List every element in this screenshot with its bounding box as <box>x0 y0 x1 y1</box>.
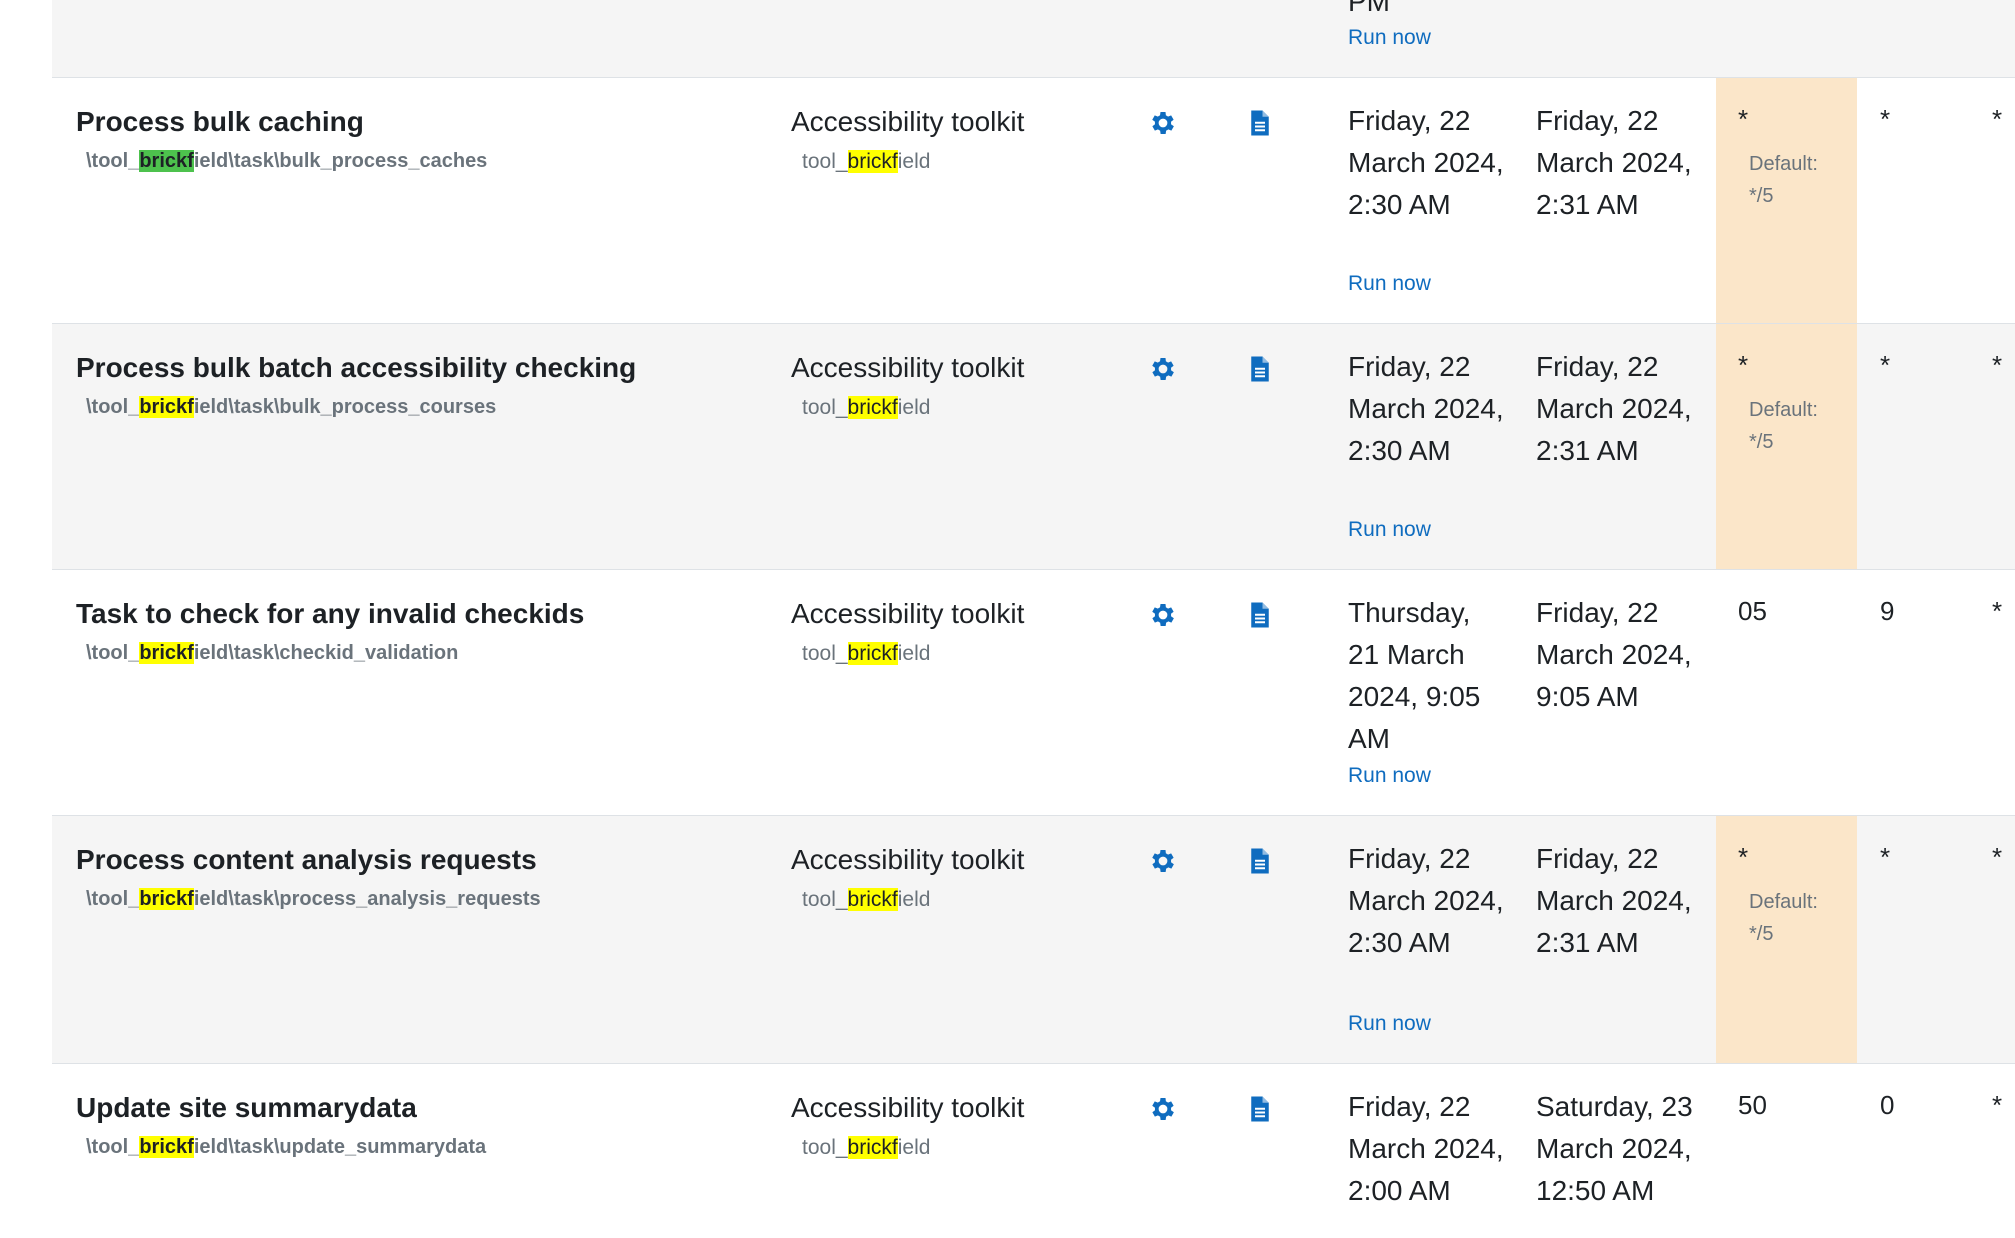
next-run: Friday, 22 March 2024, 2:31 AM <box>1536 351 1692 466</box>
component-name: Accessibility toolkit <box>791 352 1025 383</box>
search-highlight: brickf <box>847 642 898 665</box>
task-name: Process bulk caching <box>76 106 364 137</box>
search-highlight: brickf <box>847 888 898 911</box>
search-highlight: brickf <box>139 888 194 910</box>
search-highlight: brickf <box>139 150 194 172</box>
task-name: Update site summarydata <box>76 1092 417 1123</box>
minute-value: * <box>1738 104 1749 134</box>
search-highlight: brickf <box>139 1136 194 1158</box>
component-code: tool_brickfield <box>802 396 931 419</box>
task-name: Task to check for any invalid checkids <box>76 598 585 629</box>
run-now-link[interactable]: Run now <box>1348 518 1431 542</box>
document-icon[interactable] <box>1245 354 1275 384</box>
task-name: Process content analysis requests <box>76 844 537 875</box>
table-row-partial: PM Run now <box>52 0 2015 78</box>
day-value: * <box>1992 842 2003 872</box>
last-run: Friday, 22 March 2024, 2:30 AM <box>1348 105 1504 220</box>
next-run: Friday, 22 March 2024, 2:31 AM <box>1536 843 1692 958</box>
gear-icon[interactable] <box>1148 846 1178 876</box>
document-icon[interactable] <box>1245 846 1275 876</box>
minute-default: Default: */5 <box>1749 399 1818 453</box>
component-name: Accessibility toolkit <box>791 1092 1025 1123</box>
run-now-link[interactable]: Run now <box>1348 26 1431 50</box>
day-value: * <box>1992 1090 2003 1120</box>
gear-icon[interactable] <box>1148 108 1178 138</box>
gear-icon[interactable] <box>1148 354 1178 384</box>
table-row: Process bulk batch accessibility checkin… <box>52 324 2015 570</box>
run-now-link[interactable]: Run now <box>1348 272 1431 296</box>
component-name: Accessibility toolkit <box>791 844 1025 875</box>
component-code: tool_brickfield <box>802 150 931 173</box>
day-value: * <box>1992 104 2003 134</box>
component-code: tool_brickfield <box>802 1136 931 1159</box>
last-run: Friday, 22 March 2024, 2:00 AM <box>1348 1091 1504 1206</box>
next-run: Saturday, 23 March 2024, 12:50 AM <box>1536 1091 1693 1206</box>
minute-value: * <box>1738 350 1749 380</box>
hour-value: 0 <box>1880 1090 1895 1120</box>
hour-value: 9 <box>1880 596 1895 626</box>
last-run-tail: PM <box>1348 0 1390 17</box>
day-value: * <box>1992 350 2003 380</box>
last-run: Friday, 22 March 2024, 2:30 AM <box>1348 843 1504 958</box>
scheduled-tasks-table: PM Run now Process bulk caching \tool_br… <box>52 0 2015 1238</box>
task-classname: \tool_brickfield\task\bulk_process_cours… <box>86 396 497 418</box>
table-row: Process content analysis requests \tool_… <box>52 816 2015 1064</box>
document-icon[interactable] <box>1245 600 1275 630</box>
next-run: Friday, 22 March 2024, 9:05 AM <box>1536 597 1692 712</box>
search-highlight: brickf <box>847 150 898 173</box>
search-highlight: brickf <box>847 396 898 419</box>
minute-default: Default: */5 <box>1749 891 1818 945</box>
task-classname: \tool_brickfield\task\update_summarydata <box>86 1136 487 1158</box>
last-run: Friday, 22 March 2024, 2:30 AM <box>1348 351 1504 466</box>
table-row: Process bulk caching \tool_brickfield\ta… <box>52 78 2015 324</box>
minute-value: * <box>1738 842 1749 872</box>
run-now-link[interactable]: Run now <box>1348 1012 1431 1036</box>
minute-value: 50 <box>1738 1090 1767 1120</box>
task-name: Process bulk batch accessibility checkin… <box>76 352 637 383</box>
search-highlight: brickf <box>847 1136 898 1159</box>
hour-value: * <box>1880 104 1891 134</box>
gear-icon[interactable] <box>1148 1094 1178 1124</box>
task-classname: \tool_brickfield\task\bulk_process_cache… <box>86 150 488 172</box>
component-code: tool_brickfield <box>802 888 931 911</box>
component-name: Accessibility toolkit <box>791 106 1025 137</box>
gear-icon[interactable] <box>1148 600 1178 630</box>
table-row: Task to check for any invalid checkids \… <box>52 570 2015 816</box>
minute-value: 05 <box>1738 596 1767 626</box>
task-classname: \tool_brickfield\task\checkid_validation <box>86 642 459 664</box>
next-run: Friday, 22 March 2024, 2:31 AM <box>1536 105 1692 220</box>
document-icon[interactable] <box>1245 1094 1275 1124</box>
table-row: Update site summarydata \tool_brickfield… <box>52 1064 2015 1238</box>
task-classname: \tool_brickfield\task\process_analysis_r… <box>86 888 541 910</box>
last-run: Thursday, 21 March 2024, 9:05 AM <box>1348 597 1481 754</box>
search-highlight: brickf <box>139 396 194 418</box>
document-icon[interactable] <box>1245 108 1275 138</box>
component-name: Accessibility toolkit <box>791 598 1025 629</box>
component-code: tool_brickfield <box>802 642 931 665</box>
run-now-link[interactable]: Run now <box>1348 764 1431 788</box>
hour-value: * <box>1880 842 1891 872</box>
hour-value: * <box>1880 350 1891 380</box>
search-highlight: brickf <box>139 642 194 664</box>
day-value: * <box>1992 596 2003 626</box>
minute-default: Default: */5 <box>1749 153 1818 207</box>
